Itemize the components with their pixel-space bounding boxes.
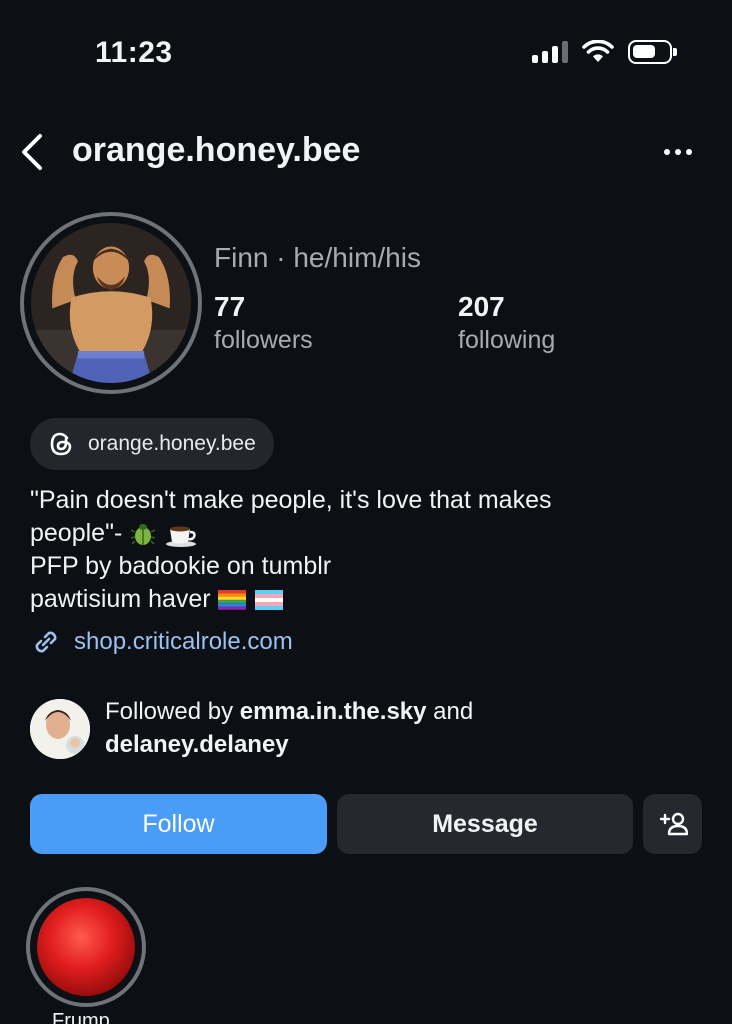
bio-line-3: PFP by badookie on tumblr xyxy=(30,552,332,580)
coffee-emoji-icon xyxy=(166,526,197,548)
threads-handle: orange.honey.bee xyxy=(88,432,256,455)
profile-avatar[interactable] xyxy=(20,212,202,394)
bio-line-4-container: pawtisium haver xyxy=(30,583,670,616)
story-highlight[interactable] xyxy=(26,887,146,1007)
suggested-users-button[interactable] xyxy=(643,794,702,854)
transgender-flag-icon xyxy=(254,590,283,611)
display-name-pronouns: Finn · he/him/his xyxy=(214,242,421,273)
more-options-button[interactable] xyxy=(658,138,698,166)
highlight-label: Frump xyxy=(52,1010,110,1024)
threads-profile-link[interactable]: orange.honey.bee xyxy=(30,418,274,470)
highlight-cover xyxy=(37,898,135,996)
profile-picture xyxy=(31,223,191,383)
status-time: 11:23 xyxy=(95,36,173,69)
bio-line-4: pawtisium haver xyxy=(30,585,211,613)
followers-label: followers xyxy=(214,326,313,354)
external-link[interactable]: shop.criticalrole.com xyxy=(30,626,293,658)
bio-line-2-container: people"- xyxy=(30,517,670,550)
status-icons xyxy=(532,40,677,64)
followed-by-text: Followed by emma.in.the.sky and delaney.… xyxy=(105,695,473,761)
add-user-icon xyxy=(659,812,688,836)
mutual-user-1[interactable]: emma.in.the.sky xyxy=(240,698,427,725)
follow-button[interactable]: Follow xyxy=(30,794,327,854)
followed-by-prefix: Followed by xyxy=(105,698,240,725)
following-label: following xyxy=(458,326,556,354)
following-stat[interactable]: 207 following xyxy=(458,290,555,356)
mutual-user-2[interactable]: delaney.delaney xyxy=(105,731,289,758)
link-icon xyxy=(35,631,57,653)
profile-page: 11:23 orange.honey.bee Finn · he/him/his… xyxy=(0,0,732,1024)
bio-line-2: people"- xyxy=(30,519,123,547)
followers-stat[interactable]: 77 followers xyxy=(214,290,313,356)
rainbow-flag-icon xyxy=(217,590,246,611)
profile-username-title: orange.honey.bee xyxy=(72,131,361,169)
threads-icon xyxy=(50,432,72,456)
mutual-followers-avatar[interactable] xyxy=(30,699,90,759)
external-link-text: shop.criticalrole.com xyxy=(74,628,293,655)
wifi-icon xyxy=(582,40,614,62)
profile-bio: "Pain doesn't make people, it's love tha… xyxy=(30,484,670,616)
chevron-left-icon xyxy=(22,134,42,170)
beetle-emoji-icon xyxy=(130,524,156,546)
following-count: 207 xyxy=(458,291,505,322)
cellular-signal-icon xyxy=(532,41,568,63)
followers-count: 77 xyxy=(214,291,246,322)
ellipsis-icon xyxy=(664,149,670,155)
followed-by-and: and xyxy=(426,698,474,725)
message-button[interactable]: Message xyxy=(337,794,633,854)
bio-line-1: "Pain doesn't make people, it's love tha… xyxy=(30,486,552,514)
back-button[interactable] xyxy=(14,132,50,172)
battery-icon xyxy=(628,40,677,64)
